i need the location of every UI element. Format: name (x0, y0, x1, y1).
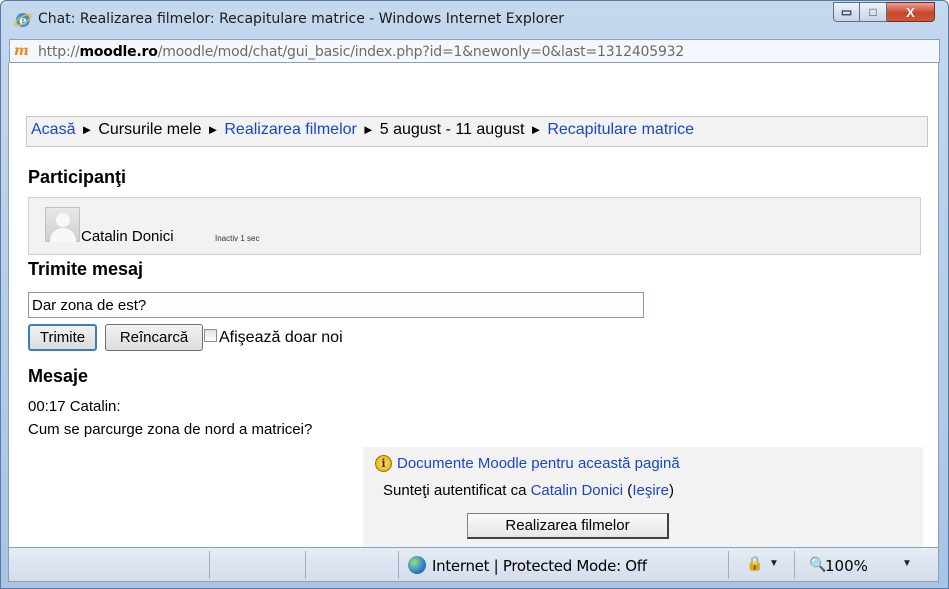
breadcrumb-week: 5 august - 11 august (379, 121, 525, 138)
user-profile-link[interactable]: Catalin Donici (531, 482, 624, 499)
window-controls: ▭ □ X (833, 2, 935, 22)
internet-zone-icon (408, 556, 426, 574)
message-input[interactable] (28, 292, 644, 318)
breadcrumb-my-courses: Cursurile mele (98, 121, 202, 138)
breadcrumb-home-link[interactable]: Acasă (31, 121, 75, 138)
participants-heading: Participanţi (28, 167, 127, 187)
logout-paren-close: ) (669, 482, 674, 499)
maximize-icon: □ (869, 5, 877, 19)
url-path: /moodle/mod/chat/gui_basic/index.php?id=… (157, 44, 685, 60)
page-content-top (8, 63, 939, 107)
messages-heading: Mesaje (28, 366, 89, 386)
status-divider (794, 551, 795, 579)
security-zone-text[interactable]: Internet | Protected Mode: Off (432, 557, 647, 575)
breadcrumb-separator-icon: ► (529, 122, 543, 137)
divider (640, 183, 912, 191)
zoom-level[interactable]: 100% (825, 557, 868, 575)
login-info: Sunteţi autentificat ca Catalin Donici (… (383, 482, 674, 499)
participants-list (28, 197, 921, 255)
breadcrumb-separator-icon: ► (80, 122, 94, 137)
address-bar[interactable]: m http://moodle.ro/moodle/mod/chat/gui_b… (9, 39, 940, 63)
only-new-checkbox[interactable] (204, 329, 217, 342)
breadcrumb-separator-icon: ► (361, 122, 375, 137)
url-prefix: http:// (38, 44, 80, 60)
minimize-icon: ▭ (840, 5, 853, 19)
course-home-button[interactable]: Realizarea filmelor (467, 513, 669, 539)
address-url[interactable]: http://moodle.ro/moodle/mod/chat/gui_bas… (38, 44, 684, 60)
window-title: Chat: Realizarea filmelor: Recapitulare … (38, 11, 565, 27)
breadcrumb: Acasă ► Cursurile mele ► Realizarea filmelor… (31, 121, 694, 139)
info-icon: i (375, 455, 392, 472)
status-divider (209, 551, 210, 579)
participant-status: Inactiv 1 sec (215, 234, 260, 243)
breadcrumb-chat-link[interactable]: Recapitulare matrice (547, 121, 694, 138)
status-divider (305, 551, 306, 579)
login-info-prefix: Sunteţi autentificat ca (383, 482, 531, 499)
internet-explorer-icon: e (14, 13, 32, 28)
logout-paren-open: ( (623, 482, 633, 499)
moodle-favicon-icon: m (14, 43, 29, 59)
only-new-label: Afişează doar noi (219, 329, 343, 346)
moodle-docs-link[interactable]: Documente Moodle pentru această pagină (397, 455, 680, 472)
maximize-button[interactable]: □ (860, 2, 887, 22)
status-divider (728, 551, 729, 579)
close-button[interactable]: X (887, 2, 935, 22)
zoom-icon[interactable]: 🔍 (809, 556, 826, 573)
message-header: 00:17 Catalin: (28, 398, 121, 415)
minimize-button[interactable]: ▭ (833, 2, 860, 22)
chevron-down-icon[interactable]: ▼ (769, 558, 779, 569)
close-icon: X (906, 4, 915, 20)
participant-name: Catalin Donici (81, 228, 174, 245)
send-message-heading: Trimite mesaj (28, 259, 144, 279)
reload-button[interactable]: Reîncarcă (105, 324, 203, 351)
breadcrumb-course-link[interactable]: Realizarea filmelor (224, 121, 357, 138)
avatar[interactable] (45, 207, 80, 242)
message-text: Cum se parcurge zona de nord a matricei? (28, 421, 313, 438)
status-divider (398, 551, 399, 579)
chevron-down-icon[interactable]: ▼ (902, 558, 912, 569)
protected-mode-icon[interactable]: 🔒 (746, 555, 763, 572)
url-host: moodle.ro (79, 44, 158, 60)
send-button[interactable]: Trimite (28, 324, 97, 351)
title-bar[interactable]: e Chat: Realizarea filmelor: Recapitular… (1, 1, 948, 37)
logout-link[interactable]: Ieşire (632, 482, 669, 499)
breadcrumb-separator-icon: ► (206, 122, 220, 137)
